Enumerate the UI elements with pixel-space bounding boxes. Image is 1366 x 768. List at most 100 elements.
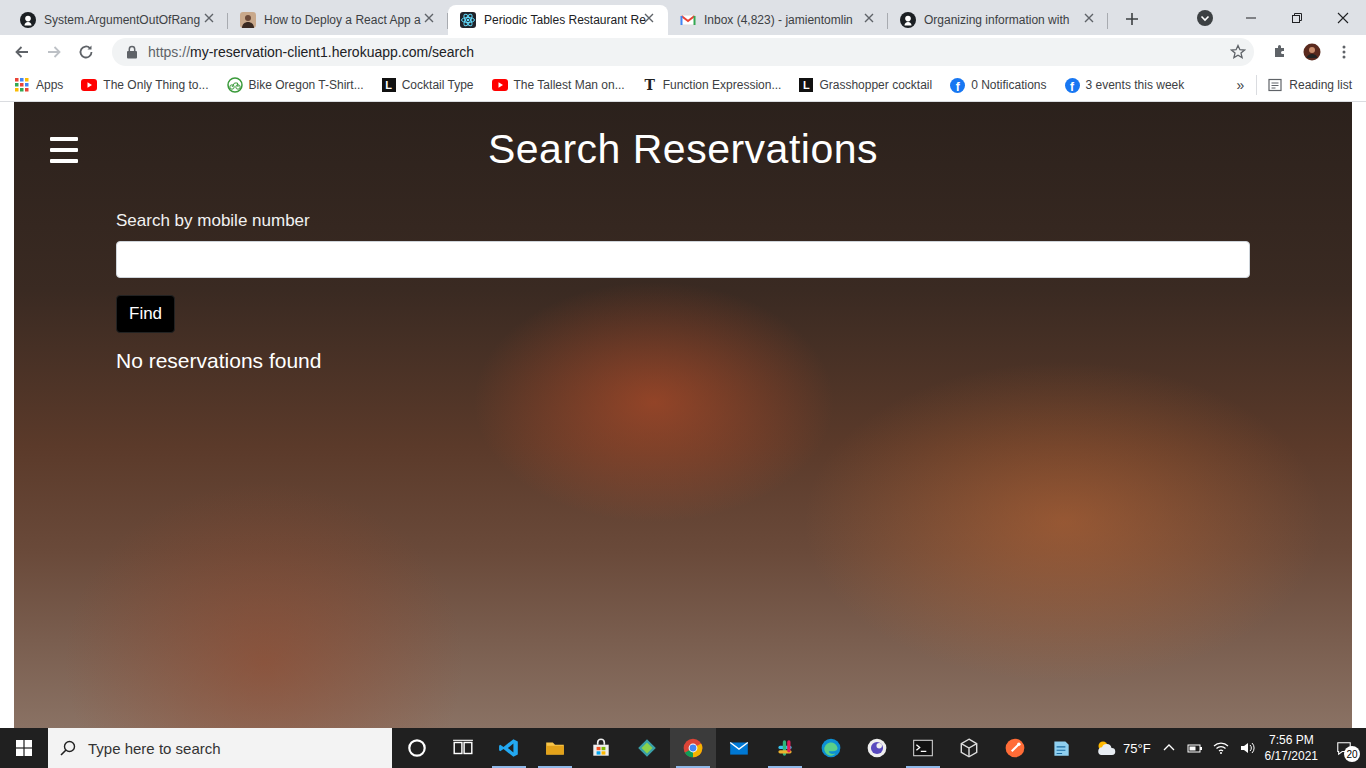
notepad-icon[interactable] <box>1050 737 1072 759</box>
taskbar-app[interactable] <box>394 728 440 768</box>
windows-start-icon[interactable] <box>0 728 48 768</box>
vscode-icon[interactable] <box>498 737 520 759</box>
bike-icon <box>227 77 243 93</box>
taskbar-app[interactable] <box>440 728 486 768</box>
taskbar-app[interactable] <box>808 728 854 768</box>
taskbar: Type here to search 75°F 7:56 PM6/17/2021 2… <box>0 728 1366 768</box>
taskbar-app[interactable] <box>624 728 670 768</box>
show-hidden-icons-chevron-icon[interactable] <box>1161 740 1177 756</box>
address-bar[interactable]: https://my-reservation-client1.herokuapp… <box>112 38 1254 66</box>
taskbar-app[interactable] <box>670 728 716 768</box>
running-indicator <box>768 766 802 768</box>
taskbar-app[interactable] <box>900 728 946 768</box>
close-tab-icon[interactable] <box>424 12 440 28</box>
mobile-number-input[interactable] <box>116 241 1250 278</box>
bookmark-item[interactable]: LCocktail Type <box>378 76 478 94</box>
close-tab-icon[interactable] <box>204 12 220 28</box>
bookmarks-overflow[interactable]: » <box>1237 77 1245 93</box>
youtube-icon <box>492 77 508 93</box>
3d-icon[interactable] <box>958 737 980 759</box>
bookmark-item[interactable]: f0 Notifications <box>946 76 1050 95</box>
close-tab-icon[interactable] <box>644 12 660 28</box>
battery-icon[interactable] <box>1187 740 1203 756</box>
menu-kebab-icon[interactable] <box>1330 38 1358 66</box>
taskbar-app[interactable] <box>578 728 624 768</box>
chrome-icon[interactable] <box>682 737 704 759</box>
store-icon[interactable] <box>590 737 612 759</box>
github-icon <box>900 12 916 28</box>
tab-strip: System.ArgumentOutOfRangHow to Deploy a … <box>0 0 1366 35</box>
mail-icon[interactable] <box>728 737 750 759</box>
taskbar-app[interactable] <box>1038 728 1084 768</box>
bookmark-item[interactable]: The Only Thing to... <box>77 75 212 95</box>
letter-logo-icon: L <box>382 78 396 92</box>
weather-widget[interactable]: 75°F <box>1095 740 1151 756</box>
close-window-icon[interactable] <box>1320 0 1366 35</box>
bookmark-item[interactable]: Apps <box>10 75 67 95</box>
taskview-icon[interactable] <box>452 737 474 759</box>
result-message: No reservations found <box>116 349 321 373</box>
wifi-icon[interactable] <box>1213 740 1229 756</box>
volume-icon[interactable] <box>1239 740 1255 756</box>
explorer-icon[interactable] <box>544 737 566 759</box>
insomnia-icon[interactable] <box>866 737 888 759</box>
taskbar-app[interactable] <box>946 728 992 768</box>
browser-tab[interactable]: How to Deploy a React App a <box>228 5 448 35</box>
running-indicator <box>538 766 572 768</box>
bookmarks-bar: Apps The Only Thing to... Bike Oregon T-Sh… <box>0 69 1366 102</box>
reload-icon[interactable] <box>72 38 100 66</box>
edge-icon[interactable] <box>820 737 842 759</box>
running-indicator <box>676 766 710 768</box>
bookmark-item[interactable]: Bike Oregon T-Shirt... <box>223 75 368 95</box>
profile-avatar-icon[interactable] <box>1298 38 1326 66</box>
bookmark-item[interactable]: TFunction Expression... <box>639 76 786 94</box>
youtube-icon <box>81 77 97 93</box>
browser-tab[interactable]: Inbox (4,823) - jamientomlin <box>668 5 888 35</box>
new-tab-plus-icon[interactable] <box>1118 5 1146 33</box>
letter-logo-icon: L <box>799 78 813 92</box>
terminal-icon[interactable] <box>912 737 934 759</box>
minimize-icon[interactable] <box>1228 0 1274 35</box>
browser-tab[interactable]: Periodic Tables Restaurant Re <box>448 5 668 35</box>
back-arrow-icon[interactable] <box>8 38 36 66</box>
browser-tab[interactable]: Organizing information with <box>888 5 1108 35</box>
react-icon <box>460 12 476 28</box>
gitkraken-icon[interactable] <box>636 737 658 759</box>
bookmark-item[interactable]: LGrasshopper cocktail <box>795 76 936 94</box>
close-tab-icon[interactable] <box>864 12 880 28</box>
bookmark-star-icon[interactable] <box>1230 44 1246 60</box>
extensions-puzzle-icon[interactable] <box>1266 38 1294 66</box>
close-tab-icon[interactable] <box>1084 12 1100 28</box>
tab-search-icon[interactable] <box>1182 0 1228 35</box>
action-center[interactable]: 20 <box>1328 732 1360 764</box>
find-button[interactable]: Find <box>116 295 175 333</box>
postman-icon[interactable] <box>1004 737 1026 759</box>
slack-icon[interactable] <box>774 737 796 759</box>
browser-toolbar: https://my-reservation-client1.herokuapp… <box>0 35 1366 69</box>
running-indicator <box>492 766 526 768</box>
lock-icon <box>124 44 140 60</box>
taskbar-app[interactable] <box>992 728 1038 768</box>
search-label: Search by mobile number <box>116 211 310 241</box>
bookmark-item[interactable]: f3 events this week <box>1061 76 1189 95</box>
restore-icon[interactable] <box>1274 0 1320 35</box>
taskbar-app[interactable] <box>532 728 578 768</box>
notification-count-badge: 20 <box>1344 746 1360 762</box>
taskbar-app[interactable] <box>854 728 900 768</box>
taskbar-app[interactable] <box>762 728 808 768</box>
reading-list[interactable]: Reading list <box>1256 75 1356 95</box>
browser-tab[interactable]: System.ArgumentOutOfRang <box>8 5 228 35</box>
cortana-icon[interactable] <box>406 737 428 759</box>
restaurant-background-photo: Search ReservationsSearch by mobile numb… <box>14 102 1352 728</box>
forward-arrow-icon[interactable] <box>40 38 68 66</box>
bookmark-item[interactable]: The Tallest Man on... <box>488 75 629 95</box>
apps-icon <box>14 77 30 93</box>
partly-sunny-icon <box>1095 740 1117 756</box>
taskbar-search[interactable]: Type here to search <box>48 728 392 768</box>
hamburger-menu-icon[interactable] <box>50 137 78 163</box>
clock[interactable]: 7:56 PM6/17/2021 <box>1265 732 1318 764</box>
taskbar-app[interactable] <box>486 728 532 768</box>
taskbar-app[interactable] <box>716 728 762 768</box>
facebook-logo-icon: f <box>1065 78 1080 93</box>
facebook-logo-icon: f <box>950 78 965 93</box>
